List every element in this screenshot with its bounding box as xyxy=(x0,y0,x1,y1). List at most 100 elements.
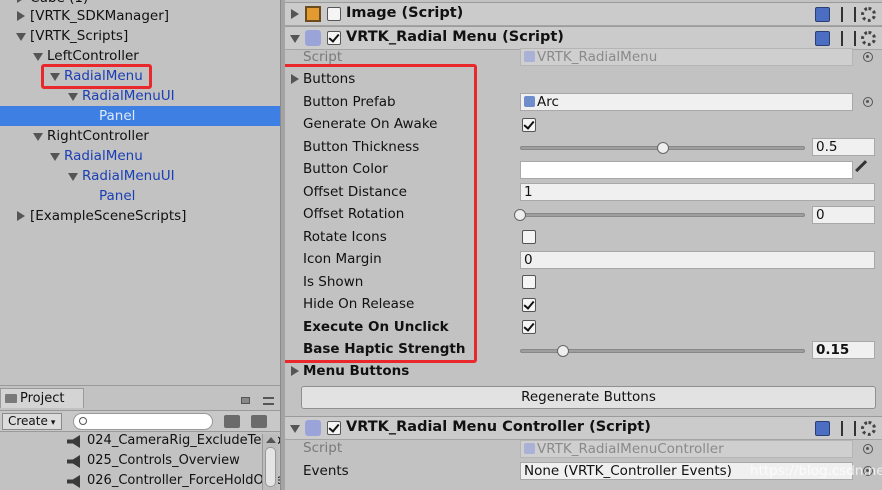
hierarchy-item-sdkmanager[interactable]: [VRTK_SDKManager] xyxy=(0,6,280,26)
hierarchy-item-label: Panel xyxy=(99,108,136,124)
component-header-radial-menu[interactable]: VRTK_Radial Menu (Script) xyxy=(285,26,882,50)
eyedropper-icon[interactable] xyxy=(855,160,875,180)
watermark: https://blog.csdn.net/dlhcode xyxy=(750,463,882,479)
tab-label: Project xyxy=(20,391,65,406)
object-picker-icon[interactable] xyxy=(863,444,873,454)
execute-on-unclick-checkbox[interactable] xyxy=(522,320,536,334)
filter-by-type-icon[interactable] xyxy=(224,415,240,428)
script-asset-icon xyxy=(524,443,535,454)
expand-arrow-icon[interactable] xyxy=(291,9,299,19)
collapse-arrow-icon[interactable] xyxy=(33,53,43,61)
slider-thumb[interactable] xyxy=(514,209,526,221)
menu-buttons-foldout[interactable]: Menu Buttons xyxy=(303,361,409,381)
unity-scene-icon xyxy=(67,455,80,468)
events-label: Events xyxy=(303,463,349,479)
collapse-arrow-icon[interactable] xyxy=(290,35,300,43)
offset-distance-input[interactable]: 1 xyxy=(520,183,875,201)
object-picker-icon[interactable] xyxy=(863,52,873,62)
button-prefab-field[interactable]: Arc xyxy=(520,93,853,111)
gear-icon[interactable] xyxy=(861,421,876,436)
controller-enabled-checkbox[interactable] xyxy=(327,421,341,435)
icon-margin-input[interactable]: 0 xyxy=(520,251,875,269)
script-icon xyxy=(305,420,321,436)
expand-arrow-icon[interactable] xyxy=(291,366,299,376)
offset-rotation-input[interactable]: 0 xyxy=(812,206,875,224)
project-item[interactable]: 025_Controls_Overview xyxy=(0,451,262,471)
highlight-box xyxy=(285,64,477,363)
hierarchy-item-radialmenuui-left[interactable]: RadialMenuUI xyxy=(0,86,280,106)
component-header-image[interactable]: Image (Script) xyxy=(285,2,882,26)
help-book-icon[interactable] xyxy=(815,7,830,22)
collapse-arrow-icon[interactable] xyxy=(290,425,300,433)
project-item-label: 025_Controls_Overview xyxy=(87,453,240,468)
project-item[interactable]: 026_Controller_ForceHoldObject xyxy=(0,471,280,490)
collapse-arrow-icon[interactable] xyxy=(50,153,60,161)
component-title: VRTK_Radial Menu (Script) xyxy=(346,29,564,45)
project-item[interactable]: 024_CameraRig_ExcludeTeleport xyxy=(0,431,280,451)
create-label: Create xyxy=(8,414,48,428)
scroll-thumb[interactable] xyxy=(265,447,276,487)
object-picker-icon[interactable] xyxy=(863,97,873,107)
help-book-icon[interactable] xyxy=(815,31,830,46)
project-panel: Project Create ▾ 024_CameraRig_ExcludeTel… xyxy=(0,385,280,490)
project-scrollbar[interactable] xyxy=(262,434,278,490)
hierarchy-item-label: RadialMenuUI xyxy=(82,168,175,184)
hierarchy-item-rightcontroller[interactable]: RightController xyxy=(0,126,280,146)
scroll-up-icon[interactable] xyxy=(266,437,276,443)
help-book-icon[interactable] xyxy=(815,421,830,436)
hierarchy-item-panel-right[interactable]: Panel xyxy=(0,186,280,206)
script-field: VRTK_RadialMenu xyxy=(520,48,853,66)
base-haptic-strength-input[interactable]: 0.15 xyxy=(812,341,875,359)
panel-menu-icon[interactable] xyxy=(263,397,274,405)
create-dropdown[interactable]: Create ▾ xyxy=(2,413,62,430)
inspector-panel: Image (Script) VRTK_Radial Menu (Script)… xyxy=(285,0,882,490)
script-value: VRTK_RadialMenuController xyxy=(537,441,724,457)
gear-icon[interactable] xyxy=(861,7,876,22)
search-input[interactable] xyxy=(73,413,213,430)
collapse-arrow-icon[interactable] xyxy=(16,33,26,41)
radial-menu-enabled-checkbox[interactable] xyxy=(327,31,341,45)
hierarchy-item-examplescenescripts[interactable]: [ExampleSceneScripts] xyxy=(0,206,280,226)
collapse-arrow-icon[interactable] xyxy=(33,133,43,141)
button-thickness-input[interactable]: 0.5 xyxy=(812,138,875,156)
component-header-radial-menu-controller[interactable]: VRTK_Radial Menu Controller (Script) xyxy=(285,416,882,440)
offset-rotation-slider[interactable] xyxy=(520,213,805,217)
hierarchy-item-label: [VRTK_SDKManager] xyxy=(30,8,170,24)
hierarchy-item-radialmenuui-right[interactable]: RadialMenuUI xyxy=(0,166,280,186)
component-title: Image (Script) xyxy=(346,5,464,21)
image-component-icon xyxy=(305,6,321,22)
is-shown-checkbox[interactable] xyxy=(522,275,536,289)
gear-icon[interactable] xyxy=(861,31,876,46)
button-color-field[interactable] xyxy=(520,161,853,179)
presets-icon[interactable] xyxy=(841,7,856,22)
expand-arrow-icon[interactable] xyxy=(17,211,25,221)
slider-thumb[interactable] xyxy=(656,142,669,154)
collapse-arrow-icon[interactable] xyxy=(68,93,78,101)
presets-icon[interactable] xyxy=(841,421,856,436)
hierarchy-item-leftcontroller[interactable]: LeftController xyxy=(0,46,280,66)
hide-on-release-checkbox[interactable] xyxy=(522,298,536,312)
expand-arrow-icon[interactable] xyxy=(17,11,25,21)
component-title: VRTK_Radial Menu Controller (Script) xyxy=(346,419,651,435)
hierarchy-item-radialmenu-right[interactable]: RadialMenu xyxy=(0,146,280,166)
lock-icon[interactable] xyxy=(241,397,250,404)
generate-on-awake-checkbox[interactable] xyxy=(522,118,536,132)
hierarchy-item-vrtk-scripts[interactable]: [VRTK_Scripts] xyxy=(0,26,280,46)
expand-arrow-icon[interactable] xyxy=(17,0,25,3)
regenerate-buttons-button[interactable]: Regenerate Buttons xyxy=(301,386,876,409)
hierarchy-item-label: LeftController xyxy=(47,48,139,64)
hierarchy-item-panel-left[interactable]: Panel xyxy=(0,106,280,126)
filter-by-label-icon[interactable] xyxy=(251,415,267,428)
controller-script-field: VRTK_RadialMenuController xyxy=(520,440,853,458)
project-item-label: 026_Controller_ForceHoldObject xyxy=(87,473,280,488)
search-icon xyxy=(79,417,87,425)
collapse-arrow-icon[interactable] xyxy=(68,173,78,181)
hierarchy-item-label: RadialMenu xyxy=(64,148,143,164)
image-enabled-checkbox[interactable] xyxy=(327,7,341,21)
script-label: Script xyxy=(303,440,343,456)
tab-project[interactable]: Project xyxy=(0,388,84,408)
rotate-icons-checkbox[interactable] xyxy=(522,230,536,244)
presets-icon[interactable] xyxy=(841,31,856,46)
dropdown-caret-icon: ▾ xyxy=(50,418,56,428)
slider-thumb[interactable] xyxy=(556,345,569,357)
